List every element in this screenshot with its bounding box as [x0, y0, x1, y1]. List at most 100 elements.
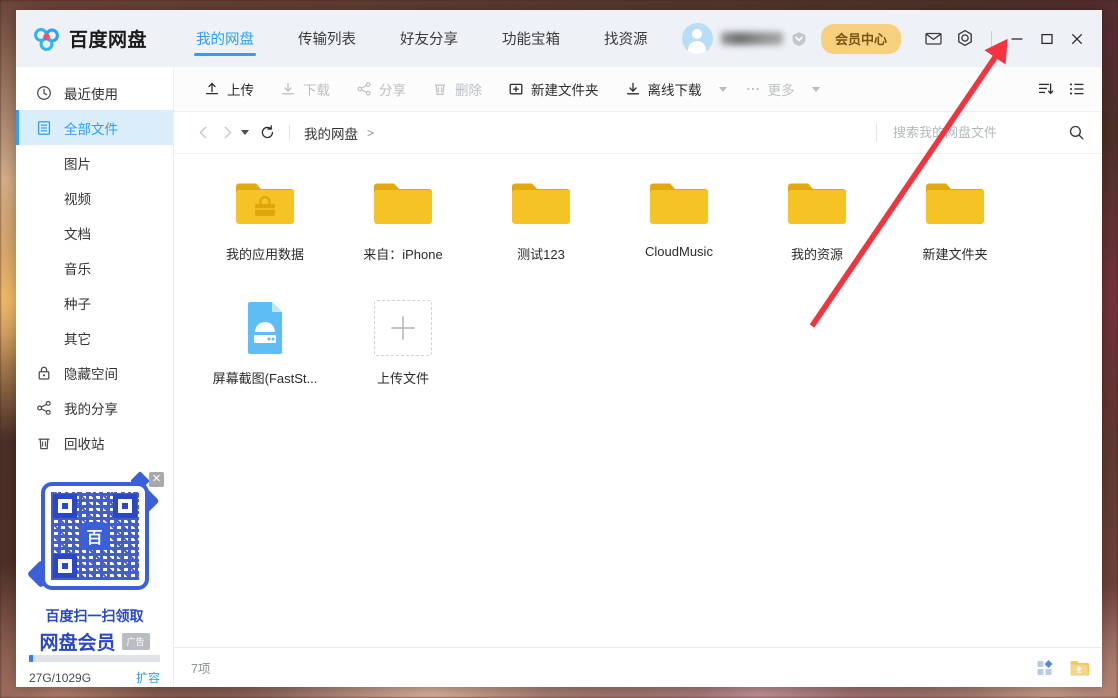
- vip-center-button[interactable]: 会员中心: [821, 24, 901, 54]
- status-bar: 7项: [174, 647, 1102, 687]
- file-grid: 我的应用数据 来自：iPhone: [174, 174, 1102, 422]
- toolbar-button-label: 更多: [768, 79, 795, 99]
- delete-button[interactable]: 删除: [419, 74, 495, 104]
- file-tile-test123[interactable]: 测试123: [472, 174, 610, 298]
- offline-download-caret-icon[interactable]: [719, 87, 727, 92]
- breadcrumb-bar: 我的网盘 >: [174, 112, 1102, 154]
- more-dots-icon: [745, 81, 761, 97]
- new-folder-icon: [508, 81, 524, 97]
- file-tile-from-iphone[interactable]: 来自：iPhone: [334, 174, 472, 298]
- history-caret-down-icon[interactable]: [241, 130, 249, 135]
- toolbar-button-label: 删除: [455, 79, 482, 99]
- promo-card: ✕ 百 百度扫一扫领取 网盘会员: [25, 472, 164, 655]
- more-button[interactable]: 更多: [727, 74, 808, 104]
- search-icon[interactable]: [1063, 120, 1089, 146]
- tab-feature-box[interactable]: 功能宝箱: [480, 10, 582, 67]
- ad-tag: 广告: [122, 633, 150, 650]
- sidebar-item-hidden-space[interactable]: 隐藏空间: [16, 355, 173, 390]
- qr-code-area[interactable]: 百: [33, 476, 157, 600]
- upload-file-tile[interactable]: 上传文件: [334, 298, 472, 422]
- sidebar-item-label: 音乐: [64, 258, 91, 278]
- brand-title: 百度网盘: [69, 25, 147, 52]
- sidebar-item-label: 图片: [64, 153, 91, 173]
- folder-icon: [923, 176, 987, 232]
- upload-button[interactable]: 上传: [191, 74, 267, 104]
- breadcrumb-divider: [289, 125, 290, 140]
- maximize-icon[interactable]: [1032, 24, 1062, 54]
- trash-icon: [35, 434, 52, 451]
- file-browser-area[interactable]: 我的应用数据 来自：iPhone: [174, 154, 1102, 647]
- sidebar-item-label: 隐藏空间: [64, 363, 118, 383]
- file-name: 上传文件: [377, 368, 429, 387]
- tab-friend-share[interactable]: 好友分享: [378, 10, 480, 67]
- folder-upload-icon[interactable]: [1068, 657, 1090, 679]
- offline-download-icon: [625, 81, 641, 97]
- toolbar-button-label: 分享: [379, 79, 406, 99]
- qr-center-logo: 百: [81, 522, 109, 550]
- breadcrumb: 我的网盘 >: [304, 123, 374, 143]
- search-divider: [876, 124, 877, 141]
- tab-find-resources[interactable]: 找资源: [582, 10, 670, 67]
- more-caret-icon[interactable]: [812, 87, 820, 92]
- file-exe-icon: [233, 300, 297, 356]
- clock-icon: [35, 84, 52, 101]
- share-button[interactable]: 分享: [343, 74, 419, 104]
- vip-chevron-down-icon[interactable]: [791, 31, 807, 47]
- new-folder-button[interactable]: 新建文件夹: [495, 74, 612, 104]
- sidebar-item-documents[interactable]: 文档: [16, 215, 173, 250]
- search-area: [876, 120, 1089, 146]
- window-body: 最近使用 全部文件 图片: [16, 67, 1102, 687]
- sidebar-item-label: 种子: [64, 293, 91, 313]
- gear-icon[interactable]: [952, 26, 978, 52]
- tab-transfer-list[interactable]: 传输列表: [276, 10, 378, 67]
- offline-download-button[interactable]: 离线下载: [612, 74, 715, 104]
- sidebar-item-recent[interactable]: 最近使用: [16, 75, 173, 110]
- sidebar-item-pictures[interactable]: 图片: [16, 145, 173, 180]
- sidebar-item-recycle-bin[interactable]: 回收站: [16, 425, 173, 460]
- download-icon: [280, 81, 296, 97]
- promo-line-1: 百度扫一扫领取: [25, 606, 164, 626]
- qr-code-image[interactable]: 百: [41, 482, 149, 590]
- sidebar-item-label: 其它: [64, 328, 91, 348]
- file-tile-screenshot-exe[interactable]: 屏幕截图(FastSt...: [196, 298, 334, 422]
- baidu-cloud-logo-icon: [33, 25, 60, 52]
- search-input[interactable]: [893, 125, 1063, 140]
- file-tile-cloudmusic[interactable]: CloudMusic: [610, 174, 748, 298]
- file-name: CloudMusic: [645, 244, 713, 259]
- chevron-right-icon[interactable]: [215, 121, 239, 145]
- promo-close-icon[interactable]: ✕: [149, 472, 164, 487]
- brand-logo-area: 百度网盘: [16, 10, 174, 67]
- sidebar-item-videos[interactable]: 视频: [16, 180, 173, 215]
- folder-icon: [371, 176, 435, 232]
- grid-layout-icon[interactable]: [1034, 657, 1056, 679]
- sidebar-item-all-files[interactable]: 全部文件: [16, 110, 173, 145]
- breadcrumb-item-root[interactable]: 我的网盘: [304, 123, 358, 143]
- file-tile-app-data[interactable]: 我的应用数据: [196, 174, 334, 298]
- toolbar-right-group: [1034, 77, 1089, 101]
- sidebar-item-others[interactable]: 其它: [16, 320, 173, 355]
- app-header: 百度网盘 我的网盘 传输列表 好友分享 功能宝箱 找资源 会员中心: [16, 10, 1102, 67]
- plus-icon: [374, 300, 432, 356]
- refresh-icon[interactable]: [255, 121, 279, 145]
- sidebar-item-torrents[interactable]: 种子: [16, 285, 173, 320]
- toolbar-button-label: 上传: [227, 79, 254, 99]
- tab-my-netdisk[interactable]: 我的网盘: [174, 10, 276, 67]
- folder-app-icon: [233, 176, 297, 232]
- list-view-icon[interactable]: [1065, 77, 1089, 101]
- user-account-block[interactable]: [682, 23, 807, 54]
- sort-icon[interactable]: [1034, 77, 1058, 101]
- sidebar-item-my-shares[interactable]: 我的分享: [16, 390, 173, 425]
- chevron-left-icon[interactable]: [191, 121, 215, 145]
- file-tile-new-folder[interactable]: 新建文件夹: [886, 174, 1024, 298]
- close-icon[interactable]: [1062, 24, 1092, 54]
- sidebar-item-music[interactable]: 音乐: [16, 250, 173, 285]
- file-name: 我的应用数据: [226, 244, 304, 263]
- download-button[interactable]: 下载: [267, 74, 343, 104]
- storage-progress-bar: [29, 655, 160, 662]
- qr-eye: [53, 494, 77, 518]
- mail-icon[interactable]: [920, 26, 946, 52]
- minimize-icon[interactable]: [1002, 24, 1032, 54]
- expand-storage-link[interactable]: 扩容: [136, 669, 160, 686]
- file-tile-my-resources[interactable]: 我的资源: [748, 174, 886, 298]
- toolbar-button-label: 新建文件夹: [531, 79, 599, 99]
